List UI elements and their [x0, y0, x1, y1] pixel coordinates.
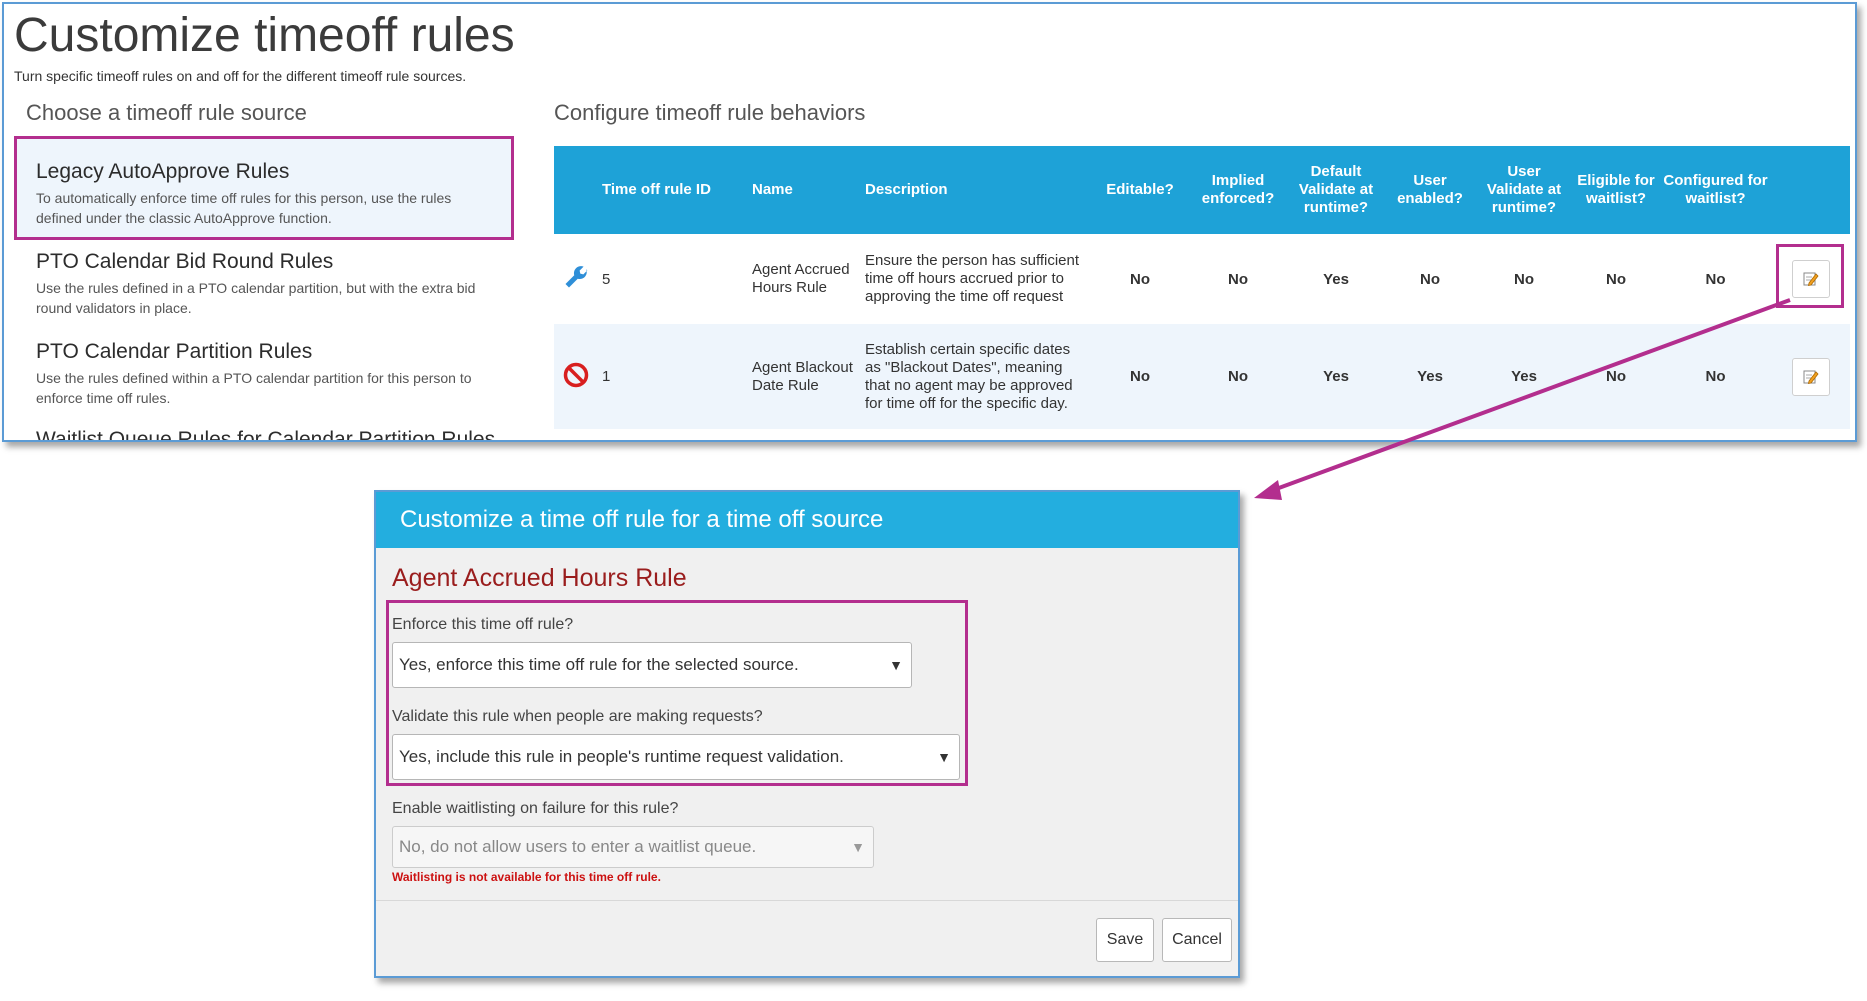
customize-rule-dialog: Customize a time off rule for a time off…: [374, 490, 1240, 978]
table-row: 5 Agent Accrued Hours Rule Ensure the pe…: [554, 234, 1850, 324]
waitlist-select-value: No, do not allow users to enter a waitli…: [399, 837, 757, 856]
waitlist-warning: Waitlisting is not available for this ti…: [392, 870, 661, 884]
timeoff-rules-window: Customize timeoff rules Turn specific ti…: [2, 2, 1857, 442]
chevron-down-icon: ▼: [851, 839, 865, 855]
configured-waitlist-cell: No: [1659, 324, 1772, 429]
dialog-footer-divider: [376, 900, 1238, 901]
dialog-fields-highlight-box: [386, 600, 968, 786]
column-header-description: Description: [861, 146, 1091, 234]
column-header-name: Name: [748, 146, 861, 234]
source-item-desc: Use the rules defined within a PTO calen…: [36, 370, 472, 406]
source-item-pto-partition[interactable]: PTO Calendar Partition Rules Use the rul…: [36, 340, 496, 408]
eligible-waitlist-cell: No: [1573, 234, 1659, 324]
rule-id-cell: 5: [598, 234, 748, 324]
page-subtitle: Turn specific timeoff rules on and off f…: [14, 68, 467, 84]
edit-cell: [1772, 324, 1850, 429]
table-header-row: Time off rule ID Name Description Editab…: [554, 146, 1850, 234]
editable-cell: No: [1091, 324, 1189, 429]
column-header-icon: [554, 146, 598, 234]
legacy-source-highlight-box: [14, 136, 514, 240]
edit-pencil-icon: [1803, 370, 1819, 384]
rule-description-cell: Establish certain specific dates as "Bla…: [861, 324, 1091, 429]
column-header-user-validate: User Validate at runtime?: [1475, 146, 1573, 234]
rule-description-cell: Ensure the person has sufficient time of…: [861, 234, 1091, 324]
rule-name-cell: Agent Accrued Hours Rule: [748, 234, 861, 324]
edit-button-highlight-box: [1776, 244, 1844, 308]
source-item-title: PTO Calendar Bid Round Rules: [36, 250, 334, 273]
configured-waitlist-cell: No: [1659, 234, 1772, 324]
column-header-user-enabled: User enabled?: [1385, 146, 1475, 234]
source-item-waitlist-queue[interactable]: Waitlist Queue Rules for Calendar Partit…: [36, 428, 556, 442]
source-item-desc: Use the rules defined in a PTO calendar …: [36, 280, 476, 316]
save-button[interactable]: Save: [1096, 918, 1154, 962]
source-item-title: PTO Calendar Partition Rules: [36, 340, 313, 363]
source-item-pto-bid-round[interactable]: PTO Calendar Bid Round Rules Use the rul…: [36, 250, 496, 318]
waitlist-label: Enable waitlisting on failure for this r…: [392, 800, 679, 817]
eligible-waitlist-cell: No: [1573, 324, 1659, 429]
column-header-editable: Editable?: [1091, 146, 1189, 234]
editable-cell: No: [1091, 234, 1189, 324]
default-validate-cell: Yes: [1287, 234, 1385, 324]
wrench-icon: [562, 266, 590, 295]
prohibited-icon: [562, 362, 590, 393]
row-icon-cell: [554, 324, 598, 429]
source-item-title: Waitlist Queue Rules for Calendar Partit…: [36, 428, 496, 442]
user-validate-cell: Yes: [1475, 324, 1573, 429]
edit-rule-button[interactable]: [1792, 357, 1830, 396]
column-header-actions: [1772, 146, 1850, 234]
implied-enforced-cell: No: [1189, 234, 1287, 324]
column-header-default-validate: Default Validate at runtime?: [1287, 146, 1385, 234]
user-validate-cell: No: [1475, 234, 1573, 324]
config-heading: Configure timeoff rule behaviors: [554, 100, 866, 125]
default-validate-cell: Yes: [1287, 324, 1385, 429]
dialog-title: Customize a time off rule for a time off…: [400, 506, 884, 533]
user-enabled-cell: No: [1385, 234, 1475, 324]
page-title: Customize timeoff rules: [14, 9, 515, 62]
rule-name-heading: Agent Accrued Hours Rule: [392, 564, 687, 592]
waitlist-select: No, do not allow users to enter a waitli…: [392, 826, 874, 868]
implied-enforced-cell: No: [1189, 324, 1287, 429]
table-row: 1 Agent Blackout Date Rule Establish cer…: [554, 324, 1850, 429]
source-heading: Choose a timeoff rule source: [26, 100, 307, 125]
rule-id-cell: 1: [598, 324, 748, 429]
row-icon-cell: [554, 234, 598, 324]
rules-table: Time off rule ID Name Description Editab…: [554, 146, 1850, 429]
column-header-rule-id: Time off rule ID: [598, 146, 748, 234]
rule-name-cell: Agent Blackout Date Rule: [748, 324, 861, 429]
column-header-eligible-waitlist: Eligible for waitlist?: [1573, 146, 1659, 234]
column-header-implied-enforced: Implied enforced?: [1189, 146, 1287, 234]
cancel-button[interactable]: Cancel: [1162, 918, 1232, 962]
rules-table-container: Time off rule ID Name Description Editab…: [554, 146, 1850, 429]
column-header-configured-waitlist: Configured for waitlist?: [1659, 146, 1772, 234]
user-enabled-cell: Yes: [1385, 324, 1475, 429]
